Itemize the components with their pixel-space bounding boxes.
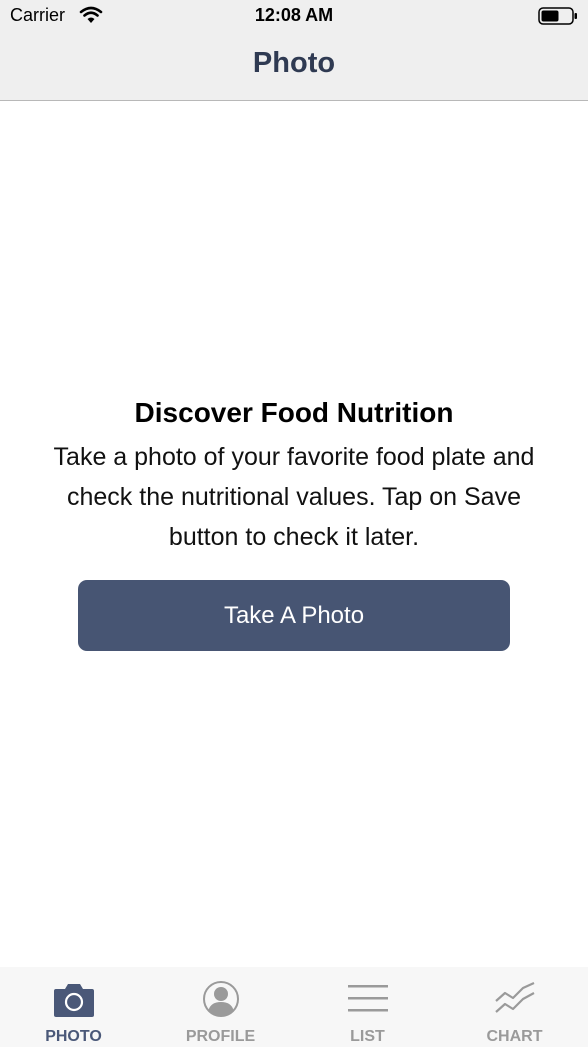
camera-icon (53, 984, 94, 1017)
tab-photo[interactable]: PHOTO (0, 967, 147, 1047)
navigation-bar: Photo (0, 34, 588, 101)
status-time: 12:08 AM (254, 5, 334, 25)
status-bar: Carrier 12:08 AM (0, 0, 588, 34)
tab-label: PHOTO (45, 1028, 102, 1045)
battery-icon (538, 7, 577, 25)
description-text: Take a photo of your favorite food plate… (53, 443, 535, 551)
heading: Discover Food Nutrition (134, 397, 454, 428)
list-icon (347, 985, 388, 1012)
chart-icon (494, 981, 535, 1013)
tab-chart[interactable]: CHART (441, 967, 588, 1047)
tab-bar: PHOTO PROFILE LIST CHART (0, 967, 588, 1047)
profile-icon (202, 981, 239, 1017)
main-content: Discover Food Nutrition Take a photo of … (0, 101, 588, 967)
tab-label: PROFILE (185, 1028, 256, 1045)
tab-profile[interactable]: PROFILE (147, 967, 294, 1047)
tab-label: LIST (350, 1028, 385, 1045)
tab-label: CHART (486, 1028, 543, 1045)
tab-list[interactable]: LIST (294, 967, 441, 1047)
page-title: Photo (252, 47, 336, 79)
take-photo-button[interactable]: Take A Photo (78, 580, 510, 651)
